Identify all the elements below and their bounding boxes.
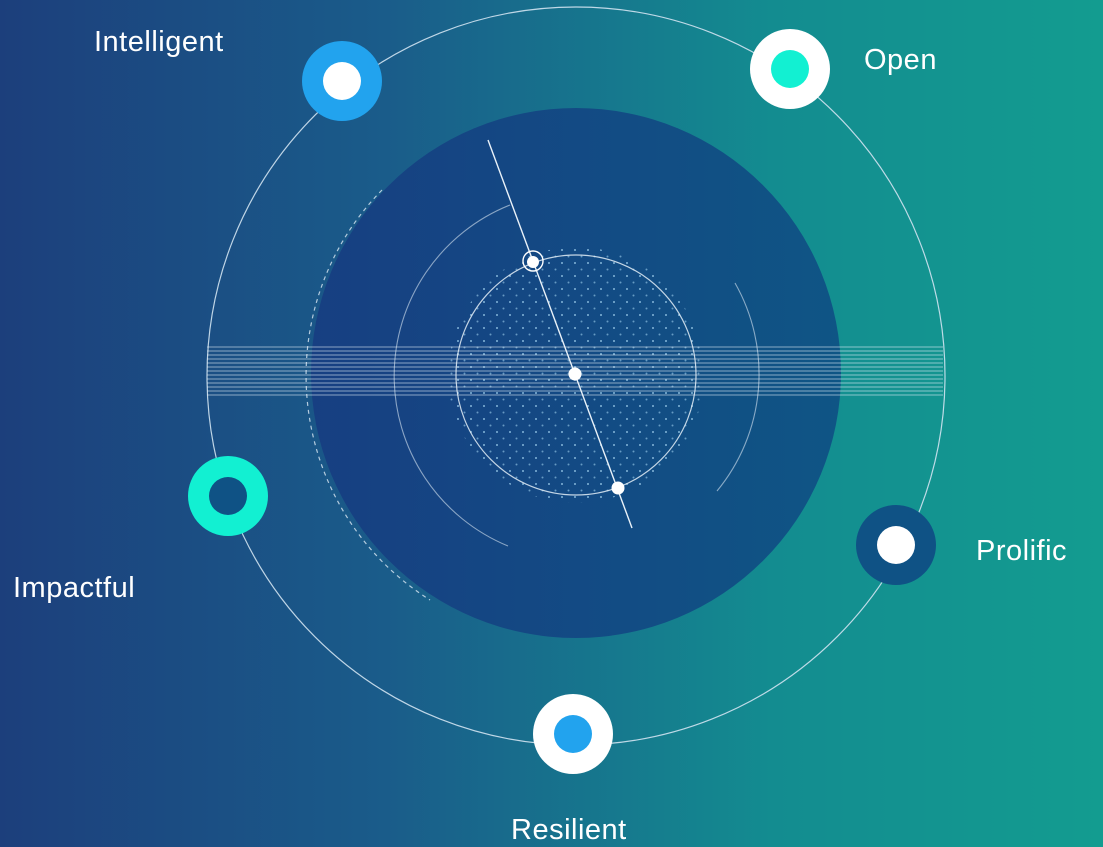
axis-marker-top	[527, 256, 539, 268]
node-intelligent	[302, 41, 382, 121]
node-impactful	[188, 456, 268, 536]
label-resilient: Resilient	[511, 814, 627, 846]
label-impactful: Impactful	[13, 572, 136, 604]
orbit-diagram	[188, 6, 946, 774]
node-open	[750, 29, 830, 109]
node-resilient	[533, 694, 613, 774]
label-open: Open	[864, 44, 937, 76]
label-prolific: Prolific	[976, 535, 1068, 567]
axis-marker-bottom	[611, 481, 625, 495]
axis-marker-center	[568, 367, 582, 381]
node-prolific	[856, 505, 936, 585]
label-intelligent: Intelligent	[94, 26, 224, 58]
